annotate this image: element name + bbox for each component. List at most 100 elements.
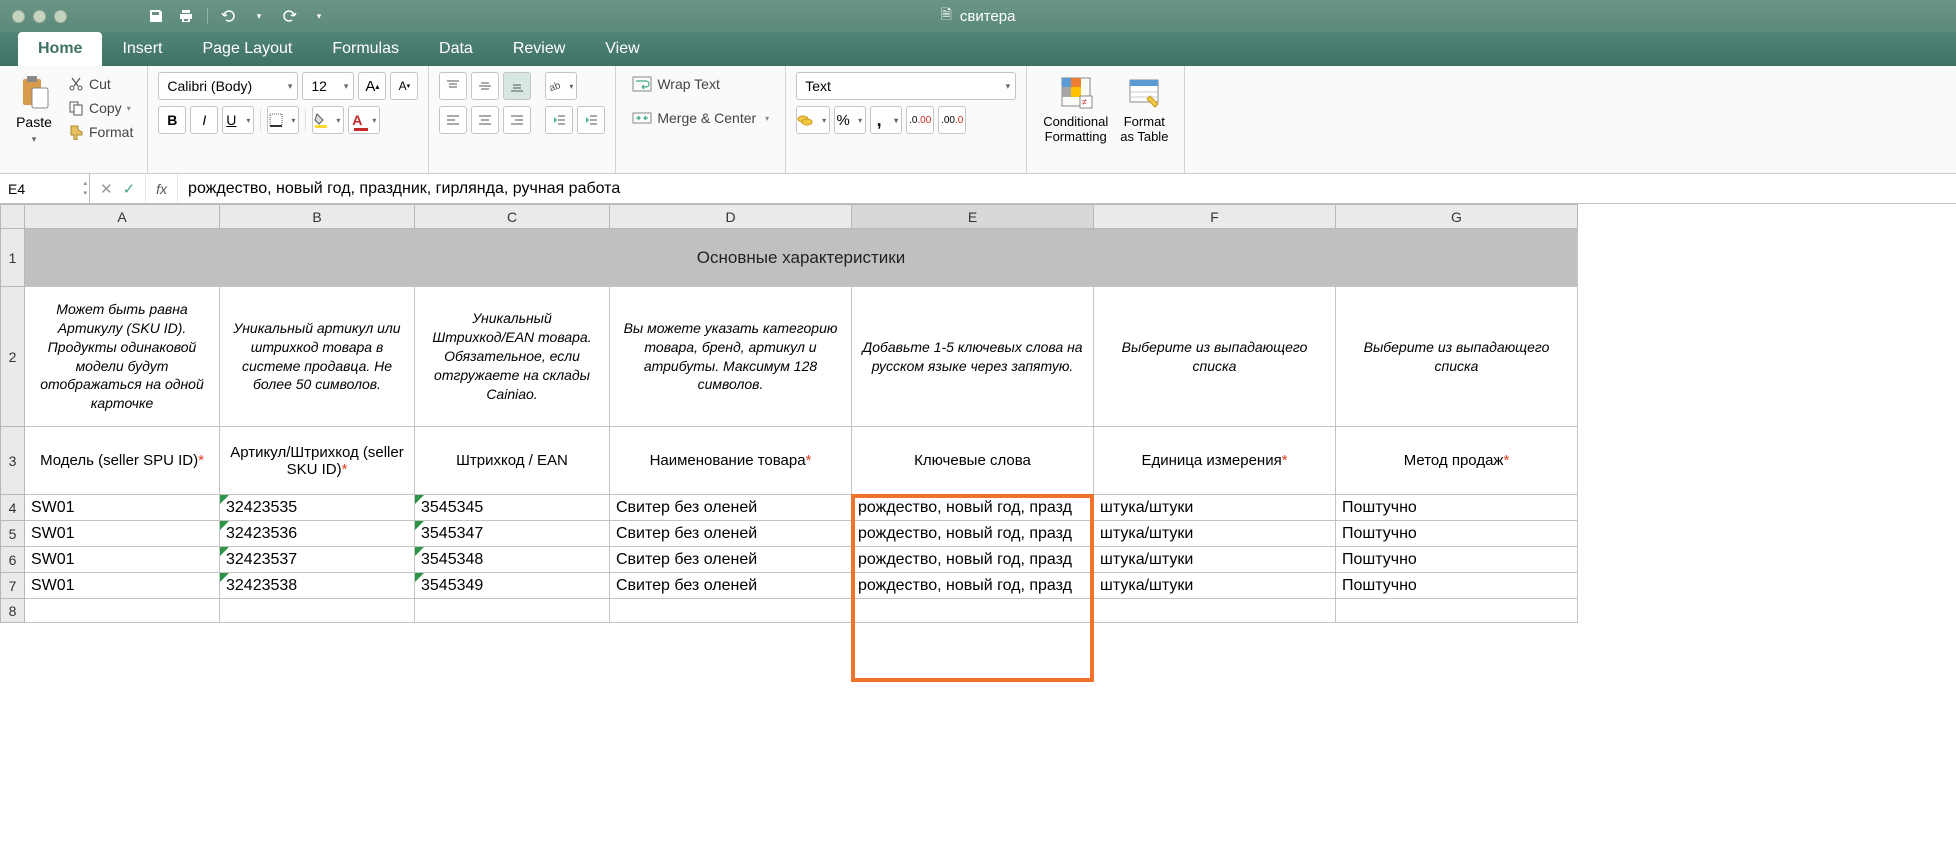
cell-c4[interactable]: 3545345 [415,495,610,521]
cell-f2[interactable]: Выберите из выпадающего списка [1094,287,1336,427]
redo-dropdown-icon[interactable]: ▾ [310,7,328,25]
maximize-window-button[interactable] [54,10,67,23]
cell-b6[interactable]: 32423537 [220,547,415,573]
fill-color-button[interactable] [312,106,344,134]
cell-g7[interactable]: Поштучно [1336,573,1578,599]
row-header-4[interactable]: 4 [1,495,25,521]
cell-c7[interactable]: 3545349 [415,573,610,599]
cell-a2[interactable]: Может быть равна Артикулу (SKU ID). Прод… [25,287,220,427]
cell-c2[interactable]: Уникальный Штрихкод/EAN товара. Обязател… [415,287,610,427]
save-icon[interactable] [147,7,165,25]
cell-e7[interactable]: рождество, новый год, празд [852,573,1094,599]
cell-g6[interactable]: Поштучно [1336,547,1578,573]
cell-g4[interactable]: Поштучно [1336,495,1578,521]
tab-page-layout[interactable]: Page Layout [182,32,312,66]
row-header-1[interactable]: 1 [1,229,25,287]
col-header-b[interactable]: B [220,205,415,229]
align-center-button[interactable] [471,106,499,134]
spreadsheet-grid[interactable]: A B C D E F G 1 Основные характеристики … [0,204,1956,623]
increase-indent-button[interactable] [577,106,605,134]
font-family-select[interactable]: Calibri (Body) [158,72,298,100]
cell-a5[interactable]: SW01 [25,521,220,547]
copy-button[interactable]: Copy ▾ [64,98,137,118]
col-header-f[interactable]: F [1094,205,1336,229]
wrap-text-button[interactable]: Wrap Text [626,72,775,96]
align-right-button[interactable] [503,106,531,134]
format-painter-button[interactable]: Format [64,122,137,142]
cell-c3[interactable]: Штрихкод / EAN [415,427,610,495]
comma-button[interactable]: , [870,106,902,134]
merge-center-button[interactable]: Merge & Center ▾ [626,106,775,130]
tab-review[interactable]: Review [493,32,585,66]
cell-e4[interactable]: рождество, новый год, празд [852,495,1094,521]
undo-icon[interactable] [220,7,238,25]
cell-b2[interactable]: Уникальный артикул или штрихкод товара в… [220,287,415,427]
row-header-5[interactable]: 5 [1,521,25,547]
cancel-formula-button[interactable]: ✕ [100,180,113,198]
cut-button[interactable]: Cut [64,74,137,94]
cell-d7[interactable]: Свитер без оленей [610,573,852,599]
tab-view[interactable]: View [585,32,659,66]
percent-button[interactable]: % [834,106,866,134]
cell-c6[interactable]: 3545348 [415,547,610,573]
name-box[interactable]: E4 ▴ ▾ [0,174,90,203]
row-header-6[interactable]: 6 [1,547,25,573]
cell-g8[interactable] [1336,599,1578,623]
cell-d5[interactable]: Свитер без оленей [610,521,852,547]
increase-decimal-button[interactable]: .0.00 [906,106,934,134]
minimize-window-button[interactable] [33,10,46,23]
border-button[interactable] [267,106,299,134]
cell-d2[interactable]: Вы можете указать категорию товара, брен… [610,287,852,427]
cell-a8[interactable] [25,599,220,623]
cell-f7[interactable]: штука/штуки [1094,573,1336,599]
cell-c5[interactable]: 3545347 [415,521,610,547]
tab-data[interactable]: Data [419,32,493,66]
italic-button[interactable]: I [190,106,218,134]
cell-a3[interactable]: Модель (seller SPU ID)* [25,427,220,495]
cell-f5[interactable]: штука/штуки [1094,521,1336,547]
undo-dropdown-icon[interactable]: ▾ [250,7,268,25]
col-header-c[interactable]: C [415,205,610,229]
cell-d6[interactable]: Свитер без оленей [610,547,852,573]
paste-button[interactable]: Paste ▾ [10,72,58,147]
align-bottom-button[interactable] [503,72,531,100]
decrease-indent-button[interactable] [545,106,573,134]
cell-d8[interactable] [610,599,852,623]
row-header-2[interactable]: 2 [1,287,25,427]
increase-font-button[interactable]: A▴ [358,72,386,100]
cell-b5[interactable]: 32423536 [220,521,415,547]
currency-button[interactable] [796,106,830,134]
cell-f3[interactable]: Единица измерения* [1094,427,1336,495]
number-format-select[interactable]: Text [796,72,1016,100]
col-header-a[interactable]: A [25,205,220,229]
cell-c8[interactable] [415,599,610,623]
font-color-button[interactable]: A [348,106,380,134]
tab-formulas[interactable]: Formulas [312,32,419,66]
cell-e3[interactable]: Ключевые слова [852,427,1094,495]
col-header-e[interactable]: E [852,205,1094,229]
formula-input[interactable]: рождество, новый год, праздник, гирлянда… [178,180,1956,198]
cell-g3[interactable]: Метод продаж* [1336,427,1578,495]
align-top-button[interactable] [439,72,467,100]
cell-e5[interactable]: рождество, новый год, празд [852,521,1094,547]
format-as-table-button[interactable]: Format as Table [1114,72,1174,169]
font-size-select[interactable]: 12 [302,72,354,100]
cell-d3[interactable]: Наименование товара* [610,427,852,495]
cell-a7[interactable]: SW01 [25,573,220,599]
underline-button[interactable]: U [222,106,254,134]
col-header-g[interactable]: G [1336,205,1578,229]
row-header-8[interactable]: 8 [1,599,25,623]
cell-b7[interactable]: 32423538 [220,573,415,599]
align-left-button[interactable] [439,106,467,134]
cell-d4[interactable]: Свитер без оленей [610,495,852,521]
cell-f4[interactable]: штука/штуки [1094,495,1336,521]
cell-g2[interactable]: Выберите из выпадающего списка [1336,287,1578,427]
select-all-corner[interactable] [1,205,25,229]
tab-insert[interactable]: Insert [102,32,182,66]
cell-e2[interactable]: Добавьте 1-5 ключевых слова на русском я… [852,287,1094,427]
redo-icon[interactable] [280,7,298,25]
bold-button[interactable]: B [158,106,186,134]
col-header-d[interactable]: D [610,205,852,229]
cell-e8[interactable] [852,599,1094,623]
cell-f6[interactable]: штука/штуки [1094,547,1336,573]
